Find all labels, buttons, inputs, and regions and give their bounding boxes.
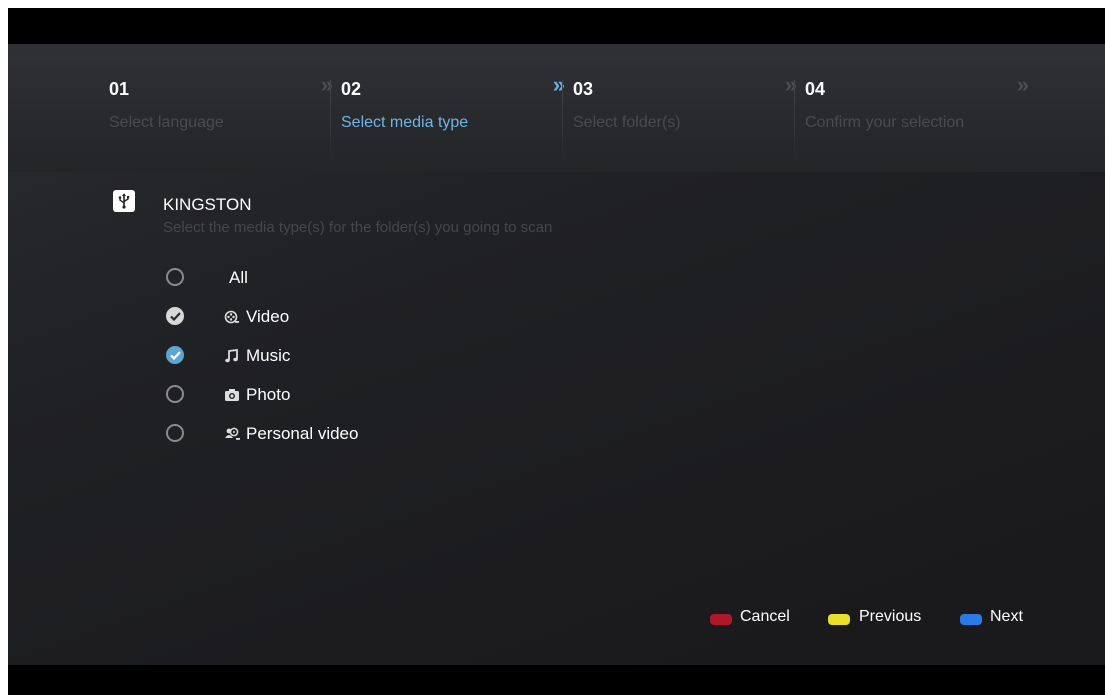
step-number: 01 — [109, 79, 130, 99]
step-03[interactable]: 03 Select folder(s) » — [573, 72, 805, 156]
chevron-right-icon: » — [552, 72, 565, 97]
step-label: Select media type — [341, 114, 469, 131]
option-label: Photo — [246, 385, 291, 404]
option-label: All — [229, 268, 248, 287]
camera-icon — [225, 389, 239, 401]
music-icon — [225, 348, 238, 363]
instruction-text: Select the media type(s) for the folder(… — [163, 219, 553, 236]
step-number: 02 — [341, 79, 362, 99]
cancel-label: Cancel — [740, 608, 790, 625]
option-label: Music — [246, 346, 291, 365]
device-name: KINGSTON — [163, 195, 252, 214]
step-bar: 01 Select language » 02 Select media typ… — [8, 44, 1105, 172]
step-divider — [794, 80, 795, 158]
red-key-icon — [710, 614, 732, 625]
step-04[interactable]: 04 Confirm your selection » — [805, 72, 1037, 156]
step-01[interactable]: 01 Select language » — [109, 72, 341, 156]
personal-video-icon — [225, 427, 240, 440]
checkbox-unchecked[interactable] — [166, 268, 184, 286]
tv-frame: 01 Select language » 02 Select media typ… — [8, 8, 1105, 695]
checkbox-unchecked[interactable] — [166, 385, 184, 403]
step-divider — [330, 80, 331, 158]
option-music[interactable]: Music — [166, 344, 566, 368]
option-all[interactable]: All — [166, 266, 566, 290]
step-label: Select folder(s) — [573, 114, 681, 131]
chevron-right-icon: » — [784, 72, 797, 97]
next-label: Next — [990, 608, 1023, 625]
step-label: Confirm your selection — [805, 114, 965, 131]
checkbox-checked[interactable] — [166, 307, 184, 325]
chevron-right-icon: » — [320, 72, 333, 97]
video-icon — [224, 310, 239, 324]
step-divider — [562, 80, 563, 158]
previous-label: Previous — [859, 608, 922, 625]
step-02[interactable]: 02 Select media type » — [341, 72, 573, 156]
step-label: Select language — [109, 114, 224, 131]
option-label: Personal video — [246, 424, 359, 443]
usb-icon — [113, 190, 135, 212]
option-personal-video[interactable]: Personal video — [166, 422, 566, 446]
checkbox-checked[interactable] — [166, 346, 184, 364]
blue-key-icon — [960, 614, 982, 625]
option-photo[interactable]: Photo — [166, 383, 566, 407]
yellow-key-icon — [828, 614, 850, 625]
chevron-right-icon: » — [1016, 72, 1029, 97]
checkbox-unchecked[interactable] — [166, 424, 184, 442]
step-number: 03 — [573, 79, 594, 99]
setup-wizard-screen: 01 Select language » 02 Select media typ… — [8, 44, 1105, 665]
option-video[interactable]: Video — [166, 305, 566, 329]
option-label: Video — [246, 307, 290, 326]
step-number: 04 — [805, 79, 826, 99]
